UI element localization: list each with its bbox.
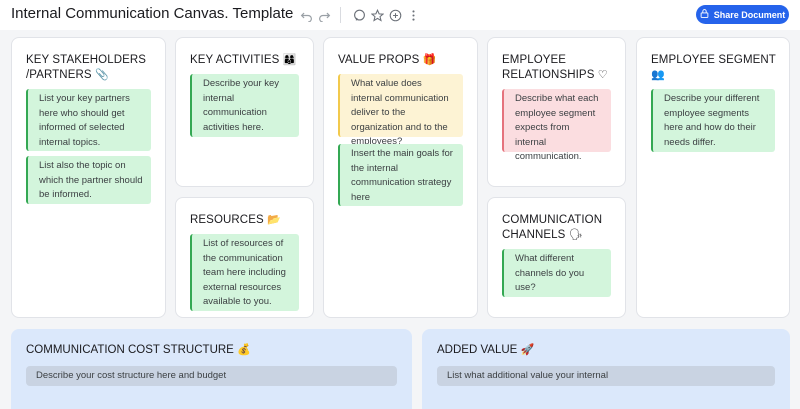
sticky-note[interactable]: What value does internal communication d… (338, 74, 463, 147)
card-title: EMPLOYEE SEGMENT 👥 (651, 53, 776, 83)
card-employee-relationships[interactable]: EMPLOYEE RELATIONSHIPS ♡ Describe what e… (487, 37, 626, 187)
card-employee-segment[interactable]: EMPLOYEE SEGMENT 👥 Describe your differe… (636, 37, 790, 318)
comment-icon[interactable] (352, 8, 366, 22)
card-title: KEY STAKEHOLDERS /PARTNERS 📎 (26, 53, 146, 83)
card-title-text: ADDED VALUE (437, 344, 518, 356)
card-communication-channels[interactable]: COMMUNICATION CHANNELS 🗣 What different … (487, 197, 626, 318)
speaking-head-icon: 🗣 (568, 229, 583, 241)
sticky-note[interactable]: Insert the main goals for the internal c… (338, 144, 463, 206)
card-title-line: RELATIONSHIPS (502, 69, 595, 81)
share-icon (700, 9, 709, 20)
card-key-stakeholders[interactable]: KEY STAKEHOLDERS /PARTNERS 📎 List your k… (11, 37, 166, 318)
undo-icon[interactable] (299, 8, 313, 22)
card-cost-structure[interactable]: COMMUNICATION COST STRUCTURE 💰 Describe … (11, 329, 412, 409)
share-document-label: Share Document (713, 9, 786, 20)
money-bag-icon: 💰 (237, 344, 251, 356)
card-title-line: COMMUNICATION (502, 214, 603, 226)
redo-icon[interactable] (317, 8, 331, 22)
card-title: KEY ACTIVITIES 👩‍👩‍👦 (190, 53, 296, 68)
card-title-text: KEY ACTIVITIES (190, 54, 280, 66)
card-title: COMMUNICATION COST STRUCTURE 💰 (26, 343, 251, 356)
paperclip-icon: 📎 (94, 69, 109, 81)
sticky-note[interactable]: List also the topic on which the partner… (26, 156, 151, 204)
card-value-props[interactable]: VALUE PROPS 🎁 What value does internal c… (323, 37, 478, 318)
card-title: EMPLOYEE RELATIONSHIPS ♡ (502, 53, 608, 83)
card-title: COMMUNICATION CHANNELS 🗣 (502, 213, 602, 243)
share-document-button[interactable]: Share Document (696, 5, 789, 24)
card-title-text: EMPLOYEE SEGMENT (651, 54, 776, 66)
sticky-note[interactable]: What different channels do you use? (502, 249, 611, 297)
sticky-note[interactable]: List what additional value your internal (437, 366, 775, 386)
team-icon: 👩‍👩‍👦 (282, 54, 297, 66)
card-title-text: COMMUNICATION COST STRUCTURE (26, 344, 234, 356)
card-title-text: VALUE PROPS (338, 54, 420, 66)
heart-icon: ♡ (597, 69, 608, 81)
sticky-note[interactable]: List your key partners here who should g… (26, 89, 151, 151)
card-title: RESOURCES 📂 (190, 213, 281, 228)
top-bar: Internal Communication Canvas. Template … (0, 0, 800, 30)
card-title: VALUE PROPS 🎁 (338, 53, 437, 68)
sticky-note[interactable]: Describe your different employee segment… (651, 89, 775, 152)
more-icon[interactable] (406, 8, 420, 22)
document-title[interactable]: Internal Communication Canvas. Template (11, 5, 293, 22)
gift-icon: 🎁 (422, 54, 437, 66)
folder-icon: 📂 (267, 214, 281, 226)
card-title-line: CHANNELS (502, 229, 566, 241)
card-title-line: EMPLOYEE (502, 54, 567, 66)
sticky-note[interactable]: Describe your cost structure here and bu… (26, 366, 397, 386)
sticky-note[interactable]: List of resources of the communication t… (190, 234, 299, 311)
card-title-line: /PARTNERS (26, 69, 92, 81)
card-title: ADDED VALUE 🚀 (437, 343, 534, 356)
sticky-note[interactable]: Describe your key internal communication… (190, 74, 299, 137)
toolbar-divider (340, 7, 341, 23)
card-added-value[interactable]: ADDED VALUE 🚀 List what additional value… (422, 329, 790, 409)
people-icon: 👥 (651, 69, 665, 81)
card-title-line: KEY STAKEHOLDERS (26, 54, 147, 66)
card-key-activities[interactable]: KEY ACTIVITIES 👩‍👩‍👦 Describe your key i… (175, 37, 314, 187)
card-resources[interactable]: RESOURCES 📂 List of resources of the com… (175, 197, 314, 318)
card-title-text: RESOURCES (190, 214, 264, 226)
star-icon[interactable] (370, 8, 384, 22)
add-icon[interactable] (388, 8, 402, 22)
sticky-note[interactable]: Describe what each employee segment expe… (502, 89, 611, 162)
rocket-icon: 🚀 (520, 344, 535, 356)
